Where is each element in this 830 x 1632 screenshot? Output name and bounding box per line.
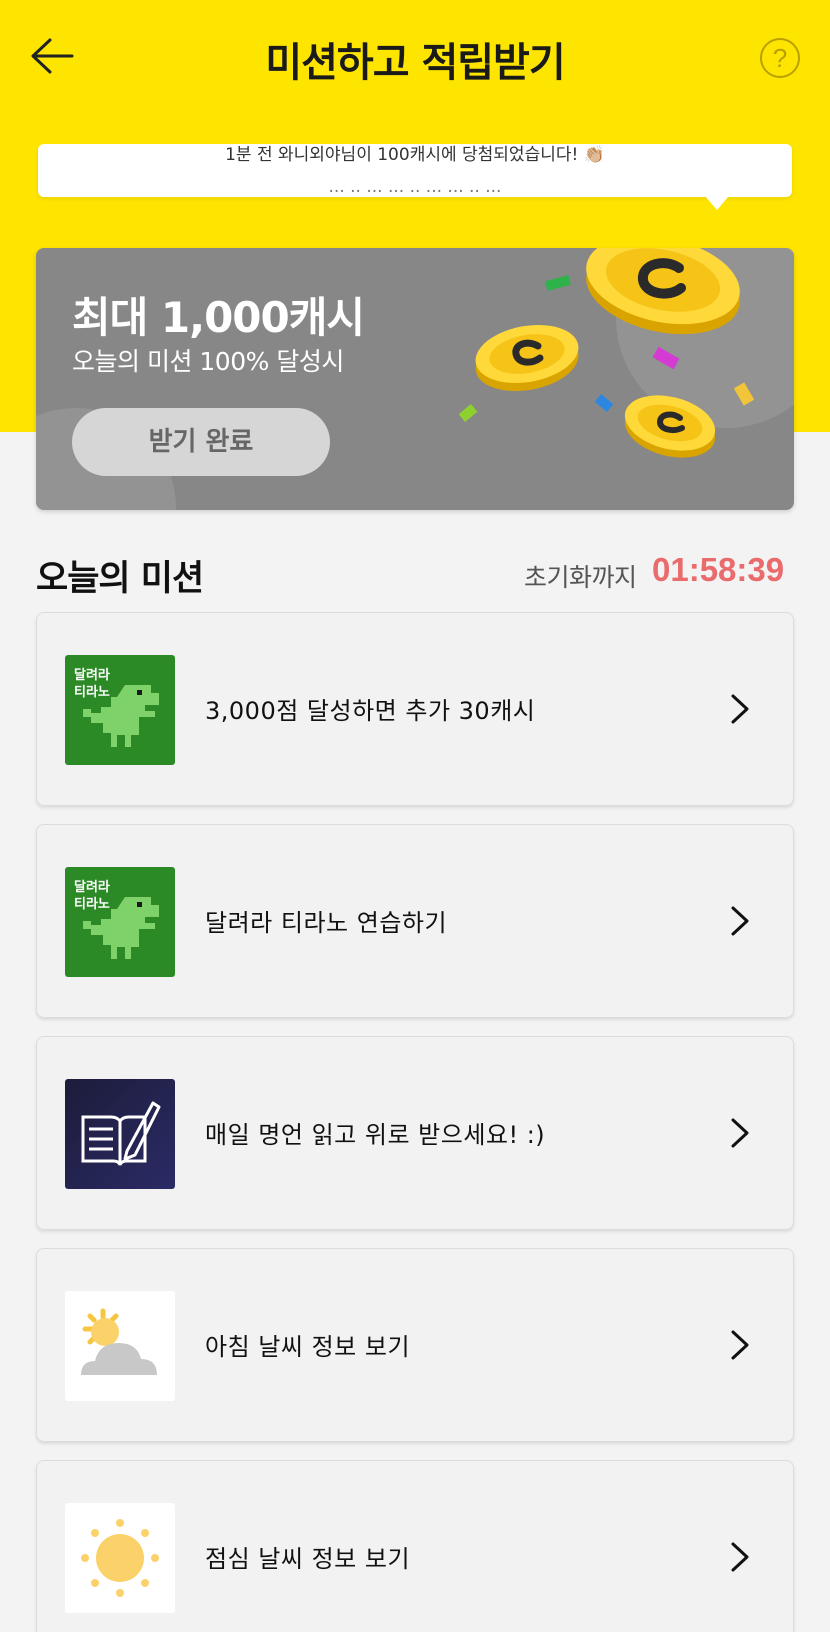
chevron-right-icon [731, 1330, 749, 1360]
confetti [545, 275, 571, 291]
reward-subtitle: 오늘의 미션 100% 달성시 [72, 347, 344, 376]
sun-icon [65, 1503, 175, 1613]
sun-cloud-icon [65, 1291, 175, 1401]
mission-label: 3,000점 달성하면 추가 30캐시 [205, 697, 536, 725]
chevron-right-icon [731, 694, 749, 724]
chevron-right-icon [731, 1542, 749, 1572]
mission-label: 아침 날씨 정보 보기 [205, 1333, 411, 1361]
mission-label: 매일 명언 읽고 위로 받으세요! :) [205, 1121, 546, 1149]
reset-countdown-label: 초기화까지 [524, 563, 637, 592]
dino-thumb-title-2: 티라노 [74, 896, 110, 912]
coin-icon [475, 324, 579, 392]
page-title: 미션하고 적립받기 [265, 40, 565, 86]
mission-item[interactable]: 매일 명언 읽고 위로 받으세요! :) [36, 1036, 794, 1230]
reward-card: 최대 1,000캐시 오늘의 미션 100% 달성시 받기 완료 [36, 248, 794, 510]
dino-thumb-title-2: 티라노 [74, 684, 110, 700]
top-bar: 미션하고 적립받기 ? [0, 0, 830, 115]
coin-icon [624, 395, 716, 458]
ticker-next-message: ··· ·· ··· ··· ·· ··· ··· ·· ··· [328, 182, 502, 197]
reset-countdown-timer: 01:58:39 [652, 551, 785, 588]
confetti [594, 394, 614, 412]
coin-icon [586, 248, 740, 335]
help-icon[interactable]: ? [760, 38, 800, 78]
ticker-message: 1분 전 와니외야님이 100캐시에 당첨되었습니다! 👏🏼 [225, 145, 605, 165]
dino-thumb-title-1: 달려라 [74, 667, 110, 683]
ticker-bubble-tail [705, 196, 729, 210]
chevron-right-icon [731, 906, 749, 936]
book-pen-icon [65, 1079, 175, 1189]
mission-item[interactable]: 달려라 티라노 3,000점 달성하면 추가 30캐시 [36, 612, 794, 806]
confetti [458, 404, 478, 422]
mission-item[interactable]: 달려라 티라노 달려라 티라노 연습하기 [36, 824, 794, 1018]
winner-ticker: 1분 전 와니외야님이 100캐시에 당첨되었습니다! 👏🏼 ··· ·· ··… [38, 144, 792, 197]
dino-game-icon: 달려라 티라노 [65, 655, 175, 765]
mission-item[interactable]: 아침 날씨 정보 보기 [36, 1248, 794, 1442]
dino-thumb-title-1: 달려라 [74, 879, 110, 895]
section-title: 오늘의 미션 [36, 559, 204, 599]
mission-label: 점심 날씨 정보 보기 [205, 1545, 411, 1573]
mission-item[interactable]: 점심 날씨 정보 보기 [36, 1460, 794, 1632]
claim-complete-button[interactable]: 받기 완료 [72, 408, 330, 476]
dino-game-icon: 달려라 티라노 [65, 867, 175, 977]
chevron-right-icon [731, 1118, 749, 1148]
reward-title: 최대 1,000캐시 [72, 293, 365, 342]
mission-label: 달려라 티라노 연습하기 [205, 909, 448, 937]
